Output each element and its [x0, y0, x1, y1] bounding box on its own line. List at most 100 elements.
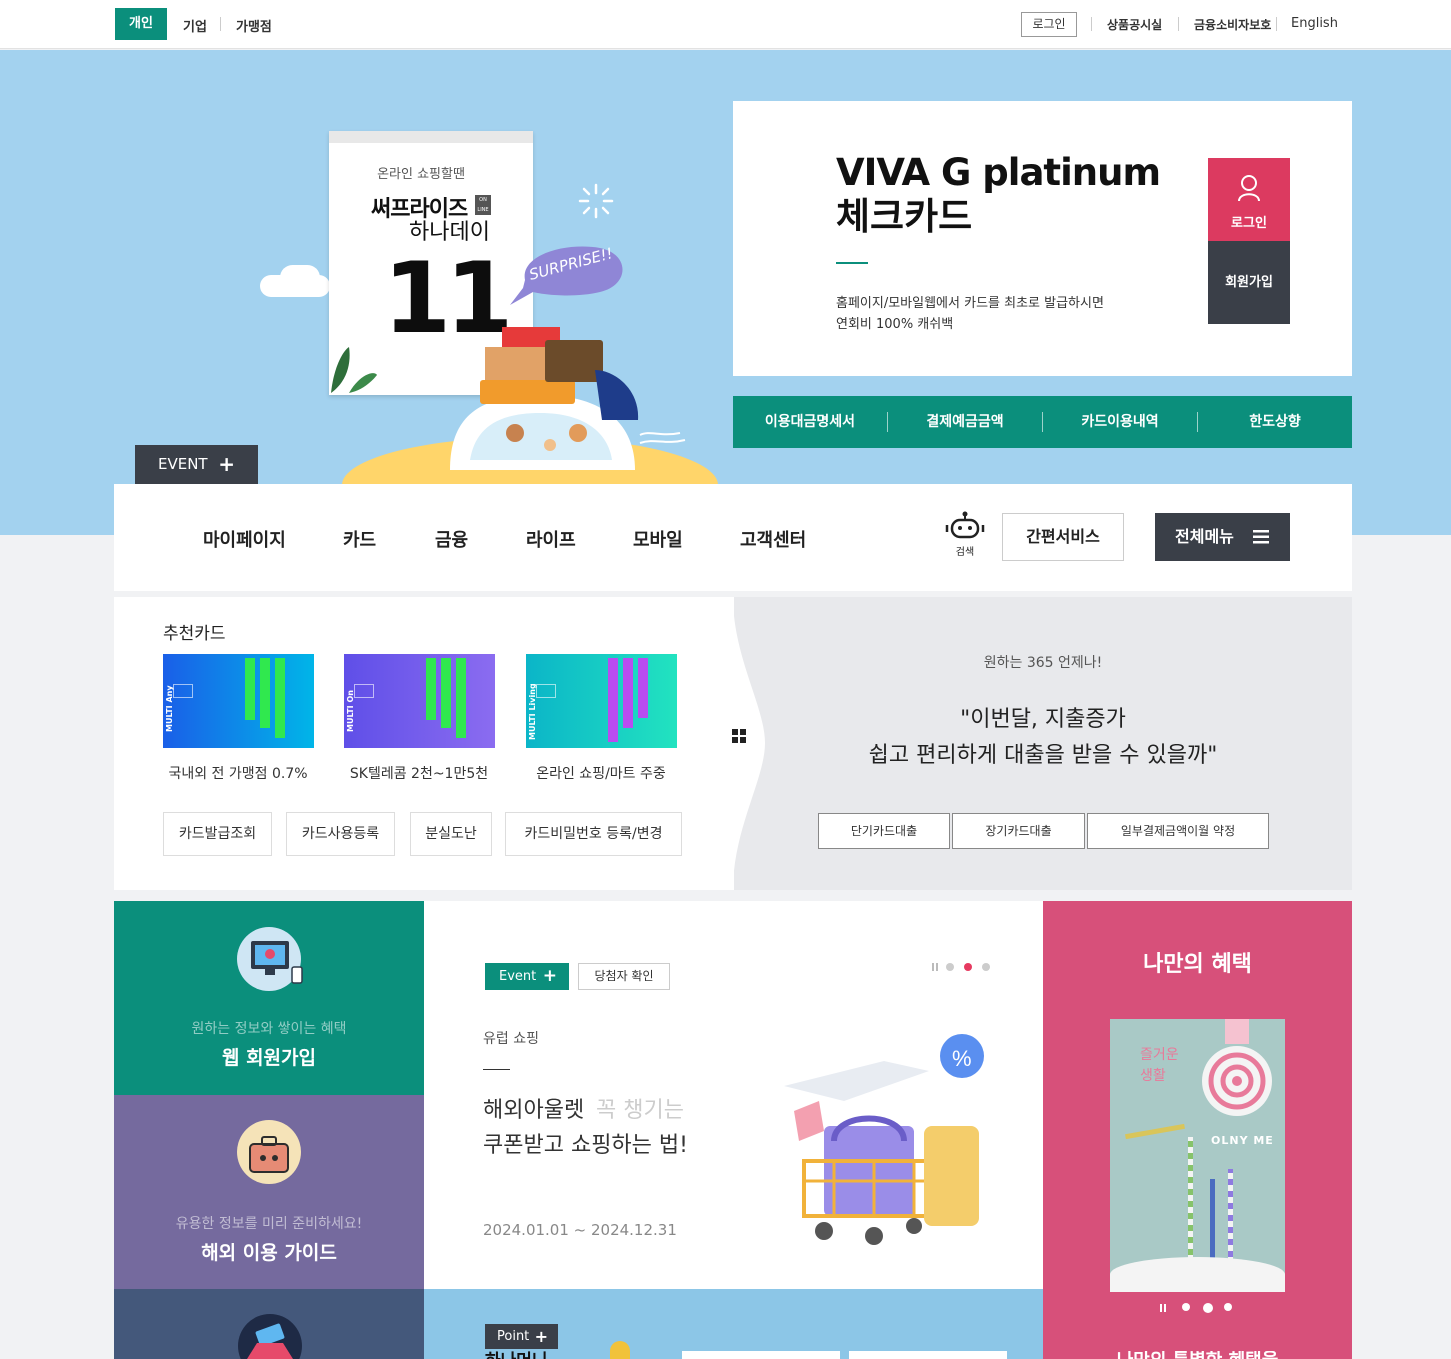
point-tag[interactable]: Point +	[485, 1324, 558, 1349]
revolving-agreement-button[interactable]: 일부결제금액이월 약정	[1087, 813, 1269, 849]
card-name: MULTI Any	[165, 685, 174, 732]
third-tile[interactable]	[114, 1289, 424, 1359]
quick-limit-increase[interactable]: 한도상향	[1198, 412, 1352, 432]
promo-desc-line2: 연회비 100% 캐쉬백	[836, 317, 954, 332]
quick-menu-bar: 이용대금명세서 결제예금금액 카드이용내역 한도상향	[733, 396, 1352, 448]
lost-stolen-button[interactable]: 분실도난	[410, 812, 492, 856]
nav-mobile[interactable]: 모바일	[633, 526, 683, 552]
suitcase-icon	[237, 1120, 301, 1184]
card-stripe	[456, 658, 466, 738]
simple-service-button[interactable]: 간편서비스	[1002, 513, 1124, 561]
product-disclosure-link[interactable]: 상품공시실	[1107, 16, 1162, 33]
point-card-slot	[849, 1351, 1007, 1359]
nav-customer-center[interactable]: 고객센터	[740, 526, 806, 552]
card-name: MULTI Living	[528, 683, 537, 740]
slide-dot[interactable]	[982, 963, 990, 971]
card-issue-inquiry-button[interactable]: 카드발급조회	[163, 812, 272, 856]
card-registration-button[interactable]: 카드사용등록	[286, 812, 395, 856]
side-title: 웹 회원가입	[221, 1047, 316, 1069]
slide-dot-active[interactable]	[1203, 1303, 1213, 1313]
quick-payment-amount[interactable]: 결제예금금액	[888, 412, 1043, 432]
short-term-loan-button[interactable]: 단기카드대출	[818, 813, 950, 849]
monitor-icon	[237, 927, 303, 991]
search-button[interactable]: 검색	[942, 511, 988, 559]
robot-icon	[945, 511, 985, 539]
promo-desc-line1: 홈페이지/모바일웹에서 카드를 최초로 발급하시면	[836, 296, 1104, 311]
nav-life[interactable]: 라이프	[526, 526, 576, 552]
benefit-img-text: 생활	[1140, 1068, 1166, 1084]
event-divider	[483, 1069, 510, 1070]
plus-icon: +	[218, 452, 235, 476]
promo-title-line2: 체크카드	[836, 195, 973, 238]
side-title: 해외 이용 가이드	[201, 1242, 337, 1264]
nav-finance[interactable]: 금융	[435, 526, 468, 552]
divider	[1178, 17, 1179, 31]
svg-text:%: %	[952, 1046, 972, 1071]
event-label: EVENT	[158, 455, 208, 473]
event-button[interactable]: EVENT +	[135, 445, 258, 484]
benefit-image[interactable]: 즐거운 생활 OLNY ME	[1110, 1019, 1285, 1292]
chip-icon	[536, 684, 556, 698]
quick-statement[interactable]: 이용대금명세서	[733, 412, 888, 432]
hamburger-icon	[1253, 530, 1269, 544]
card-stripe	[426, 658, 436, 720]
side-sub: 원하는 정보와 쌓이는 혜택	[191, 1021, 347, 1037]
all-menu-label: 전체메뉴	[1175, 527, 1234, 546]
tab-corporate[interactable]: 기업	[183, 16, 207, 35]
event-tag[interactable]: Event +	[485, 963, 569, 990]
promo-login-button[interactable]: 로그인	[1208, 158, 1290, 241]
card-multi-on[interactable]: MULTI On	[344, 654, 495, 748]
search-label: 검색	[955, 547, 975, 558]
all-menu-button[interactable]: 전체메뉴	[1155, 513, 1290, 561]
benefit-img-text: OLNY ME	[1211, 1134, 1274, 1147]
umbrella-icon	[1202, 1019, 1272, 1116]
promo-login-label: 로그인	[1231, 216, 1267, 231]
benefit-bottom-text: 나만의 특별한 혜택을	[1043, 1351, 1352, 1359]
slide-dot[interactable]	[1224, 1303, 1232, 1311]
calendar-binding	[329, 131, 533, 143]
top-login-button[interactable]: 로그인	[1021, 12, 1077, 37]
event-tag-label: Event	[499, 969, 537, 984]
benefit-title: 나만의 혜택	[1143, 952, 1252, 977]
tab-merchant[interactable]: 가맹점	[236, 16, 272, 35]
card-stripe	[260, 658, 270, 728]
nav-card[interactable]: 카드	[343, 526, 376, 552]
card-label: SK텔레콤 2천~1만5천	[349, 766, 489, 782]
card-pin-button[interactable]: 카드비밀번호 등록/변경	[505, 812, 682, 856]
winner-check-button[interactable]: 당첨자 확인	[578, 963, 670, 990]
point-title: 하나머니	[485, 1351, 548, 1359]
pause-icon[interactable]	[932, 963, 938, 971]
user-icon	[1238, 175, 1260, 202]
promo-title-line1: VIVA G platinum	[836, 151, 1161, 194]
card-multi-any[interactable]: MULTI Any	[163, 654, 314, 748]
quick-usage-history[interactable]: 카드이용내역	[1043, 412, 1198, 432]
slide-dot[interactable]	[946, 963, 954, 971]
event-panel: Event + 당첨자 확인 유럽 쇼핑 해외아울렛 꼭 챙기는 쿠폰받고 쇼핑…	[424, 901, 1043, 1289]
event-title-line2: 쿠폰받고 쇼핑하는 법!	[483, 1133, 688, 1158]
divider	[1276, 17, 1277, 31]
english-link[interactable]: English	[1291, 16, 1338, 31]
benefit-img-text: 즐거운	[1140, 1047, 1179, 1063]
card-stripe	[441, 658, 451, 728]
slide-dot-active[interactable]	[964, 963, 972, 971]
chip-icon	[354, 684, 374, 698]
loan-quote-line2: 쉽고 편리하게 대출을 받을 수 있을까"	[868, 743, 1218, 768]
consumer-protection-link[interactable]: 금융소비자보호	[1194, 16, 1271, 33]
pause-icon[interactable]	[1160, 1304, 1166, 1312]
slide-dot[interactable]	[1182, 1303, 1190, 1311]
long-term-loan-button[interactable]: 장기카드대출	[952, 813, 1085, 849]
side-sub: 유용한 정보를 미리 준비하세요!	[175, 1216, 363, 1232]
card-label: 국내외 전 가맹점 0.7%	[168, 766, 308, 782]
join-button[interactable]: 회원가입	[1208, 241, 1290, 324]
plus-icon: +	[542, 966, 557, 986]
web-join-tile[interactable]: 원하는 정보와 쌓이는 혜택 웹 회원가입	[114, 901, 424, 1095]
nav-mypage[interactable]: 마이페이지	[203, 526, 286, 552]
loan-sub: 원하는 365 언제나!	[983, 655, 1103, 671]
chip-icon	[173, 684, 193, 698]
card-label: 온라인 쇼핑/마트 주중	[536, 766, 666, 782]
tab-personal[interactable]: 개인	[115, 8, 167, 40]
my-benefit-panel: 나만의 혜택 즐거운 생활 OLNY ME 나만의 특별한 혜택을	[1043, 901, 1352, 1359]
card-stripe	[638, 658, 648, 718]
overseas-guide-tile[interactable]: 유용한 정보를 미리 준비하세요! 해외 이용 가이드	[114, 1095, 424, 1289]
card-multi-living[interactable]: MULTI Living	[526, 654, 677, 748]
